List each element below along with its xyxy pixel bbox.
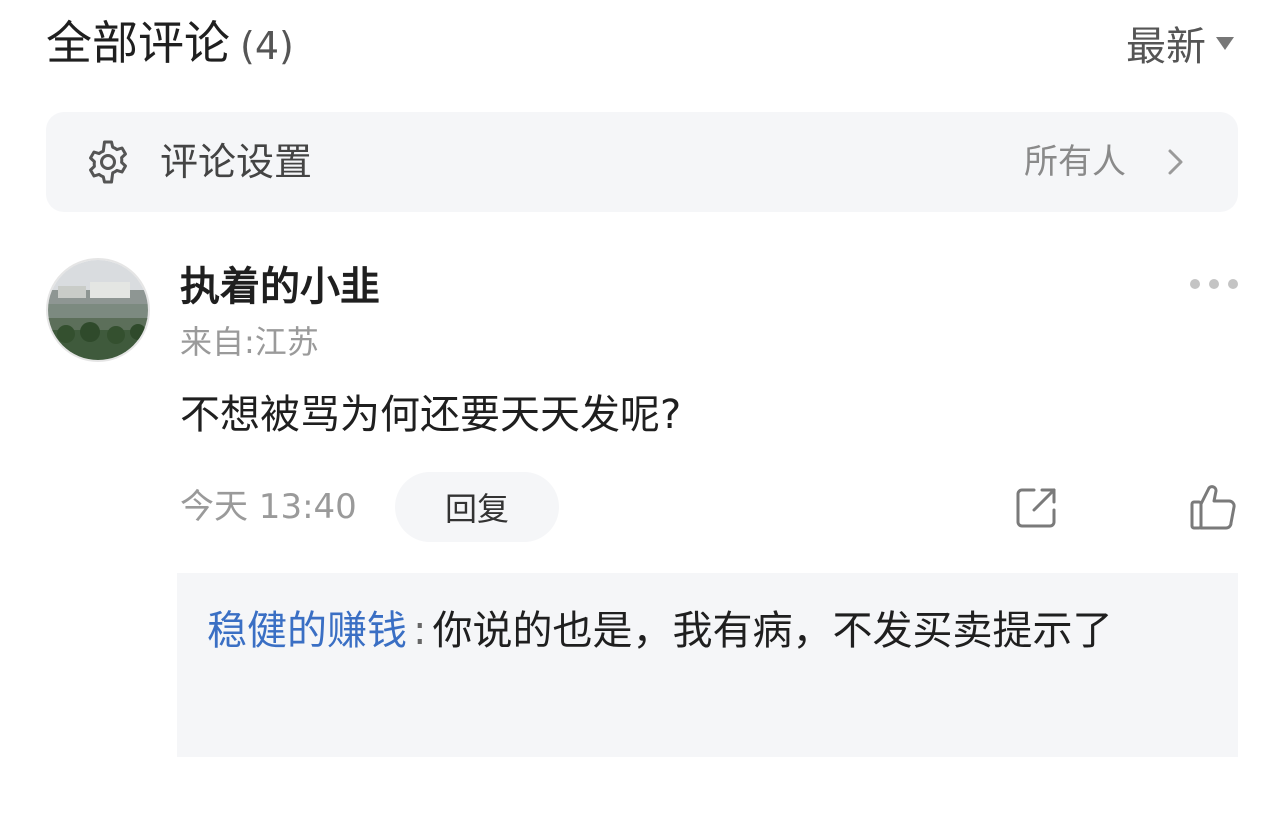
comments-title-text: 全部评论 bbox=[46, 16, 230, 70]
comment-timestamp: 今天 13:40 bbox=[180, 487, 357, 527]
comment-settings-row[interactable]: 评论设置 所有人 bbox=[46, 112, 1238, 212]
comment-location: 来自:江苏 bbox=[180, 323, 319, 361]
reply-content: 稳健的赚钱: 你说的也是，我有病，不发买卖提示了 bbox=[207, 597, 1207, 665]
more-dot bbox=[1190, 279, 1200, 289]
comments-header: 全部评论 (4) 最新 bbox=[46, 10, 1238, 76]
reply-button[interactable]: 回复 bbox=[395, 472, 559, 542]
more-dots-icon[interactable] bbox=[1190, 276, 1238, 292]
thumbs-up-icon[interactable] bbox=[1188, 482, 1238, 532]
comment-settings-value: 所有人 bbox=[1024, 142, 1126, 182]
caret-down-icon bbox=[1216, 36, 1234, 50]
avatar-photo bbox=[48, 260, 148, 360]
gear-icon bbox=[89, 140, 127, 184]
avatar[interactable] bbox=[46, 258, 150, 362]
comment-settings-label: 评论设置 bbox=[160, 140, 313, 184]
chevron-right-icon bbox=[1168, 149, 1183, 175]
sort-label: 最新 bbox=[1126, 24, 1206, 70]
comment-username[interactable]: 执着的小韭 bbox=[180, 258, 380, 316]
reply-separator: : bbox=[413, 608, 427, 654]
reply-author[interactable]: 稳健的赚钱 bbox=[207, 608, 407, 654]
comment-text: 不想被骂为何还要天天发呢? bbox=[180, 392, 682, 438]
sort-dropdown[interactable]: 最新 bbox=[1126, 10, 1234, 76]
reply-text: 你说的也是，我有病，不发买卖提示了 bbox=[432, 608, 1113, 654]
share-icon[interactable] bbox=[1012, 484, 1060, 532]
more-dot bbox=[1228, 279, 1238, 289]
comments-count: (4) bbox=[240, 24, 294, 68]
more-dot bbox=[1209, 279, 1219, 289]
reply-preview[interactable]: 稳健的赚钱: 你说的也是，我有病，不发买卖提示了 bbox=[177, 573, 1238, 757]
comments-title: 全部评论 (4) bbox=[46, 10, 294, 79]
